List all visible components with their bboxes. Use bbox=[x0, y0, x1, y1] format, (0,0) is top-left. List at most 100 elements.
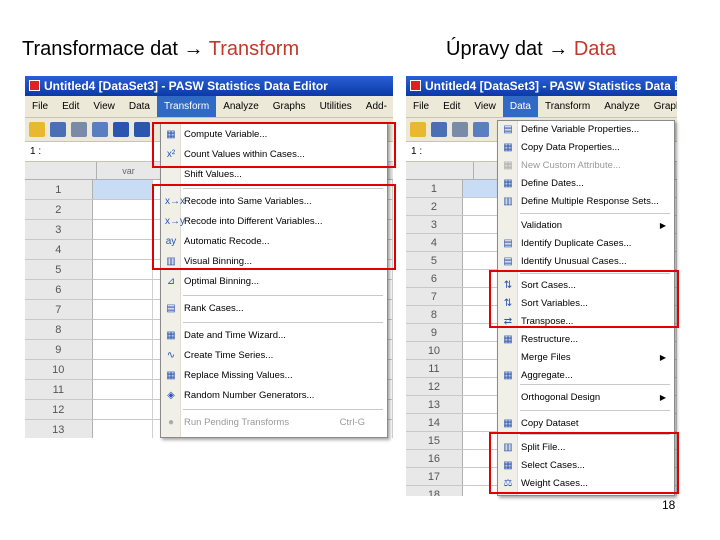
open-icon[interactable] bbox=[29, 122, 45, 137]
row-number[interactable]: 10 bbox=[406, 342, 463, 359]
data-cell[interactable] bbox=[93, 220, 153, 239]
menu-item-identify-unusual-cases[interactable]: ▤ Identify Unusual Cases... bbox=[498, 253, 674, 271]
row-number[interactable]: 6 bbox=[25, 280, 93, 299]
data-cell[interactable] bbox=[93, 320, 153, 339]
menu-item-label: Identify Unusual Cases... bbox=[521, 256, 627, 267]
data-cell[interactable] bbox=[93, 280, 153, 299]
menu-utilities[interactable]: Utilities bbox=[313, 96, 359, 117]
menu-edit[interactable]: Edit bbox=[436, 96, 467, 117]
menu-data[interactable]: Data bbox=[122, 96, 157, 117]
row-number[interactable]: 17 bbox=[406, 468, 463, 485]
menu-view[interactable]: View bbox=[467, 96, 503, 117]
menu-item-new-custom-attribute[interactable]: ▦ New Custom Attribute... bbox=[498, 157, 674, 175]
row-number[interactable]: 9 bbox=[406, 324, 463, 341]
data-cell[interactable] bbox=[93, 300, 153, 319]
row-number[interactable]: 8 bbox=[25, 320, 93, 339]
row-number[interactable]: 5 bbox=[406, 252, 463, 269]
run-icon: ● bbox=[167, 417, 175, 428]
menu-item-aggregate[interactable]: ▦ Aggregate... bbox=[498, 367, 674, 385]
open-icon[interactable] bbox=[410, 122, 426, 137]
menu-item-define-multiple-response-sets[interactable]: ▥ Define Multiple Response Sets... bbox=[498, 193, 674, 211]
define-props-icon: ▤ bbox=[503, 124, 513, 135]
row-number[interactable]: 5 bbox=[25, 260, 93, 279]
menu-item-copy-dataset[interactable]: ▦ Copy Dataset bbox=[498, 415, 674, 433]
menu-item-define-dates[interactable]: ▦ Define Dates... bbox=[498, 175, 674, 193]
menu-transform[interactable]: Transform bbox=[156, 96, 217, 117]
menu-file[interactable]: File bbox=[25, 96, 55, 117]
dialog-recall-icon[interactable] bbox=[473, 122, 489, 137]
row-number[interactable]: 18 bbox=[406, 486, 463, 496]
data-cell[interactable] bbox=[93, 400, 153, 419]
undo-icon[interactable] bbox=[113, 122, 129, 137]
print-icon[interactable] bbox=[71, 122, 87, 137]
row-number[interactable]: 6 bbox=[406, 270, 463, 287]
dialog-recall-icon[interactable] bbox=[92, 122, 108, 137]
row-number[interactable]: 7 bbox=[25, 300, 93, 319]
row-number[interactable]: 12 bbox=[25, 400, 93, 419]
save-icon[interactable] bbox=[431, 122, 447, 137]
menu-edit[interactable]: Edit bbox=[55, 96, 86, 117]
menu-item-define-variable-properties[interactable]: ▤ Define Variable Properties... bbox=[498, 121, 674, 139]
menu-item-shift-values[interactable]: Shift Values... bbox=[161, 166, 387, 184]
submenu-arrow-icon: ▶ bbox=[659, 353, 666, 362]
row-number[interactable]: 14 bbox=[406, 414, 463, 431]
data-cell[interactable] bbox=[93, 360, 153, 379]
row-number[interactable]: 12 bbox=[406, 378, 463, 395]
row-number[interactable]: 4 bbox=[406, 234, 463, 251]
menu-item-replace-missing-values[interactable]: ▦ Replace Missing Values... bbox=[161, 367, 387, 385]
row-number[interactable]: 1 bbox=[406, 180, 463, 197]
row-number[interactable]: 10 bbox=[25, 360, 93, 379]
menu-item-create-time-series[interactable]: ∿ Create Time Series... bbox=[161, 347, 387, 365]
window-title-bar[interactable]: Untitled4 [DataSet3] - PASW Statistics D… bbox=[25, 76, 393, 96]
print-icon[interactable] bbox=[452, 122, 468, 137]
row-number[interactable]: 2 bbox=[25, 200, 93, 219]
row-number[interactable]: 1 bbox=[25, 180, 93, 199]
window-title-bar[interactable]: Untitled4 [DataSet3] - PASW Statistics D… bbox=[406, 76, 677, 96]
data-cell[interactable] bbox=[92, 180, 153, 199]
save-icon[interactable] bbox=[50, 122, 66, 137]
row-number[interactable]: 2 bbox=[406, 198, 463, 215]
menu-view[interactable]: View bbox=[86, 96, 122, 117]
menu-analyze[interactable]: Analyze bbox=[597, 96, 647, 117]
menu-bar: File Edit View Data Transform Analyze Graphs Ut… bbox=[25, 96, 393, 118]
menu-analyze[interactable]: Analyze bbox=[216, 96, 266, 117]
row-number[interactable]: 4 bbox=[25, 240, 93, 259]
row-number[interactable]: 11 bbox=[25, 380, 93, 399]
row-number[interactable]: 13 bbox=[406, 396, 463, 413]
row-number[interactable]: 13 bbox=[25, 420, 93, 438]
menu-item-identify-duplicate-cases[interactable]: ▤ Identify Duplicate Cases... bbox=[498, 235, 674, 253]
row-number[interactable]: 3 bbox=[406, 216, 463, 233]
menu-item-run-pending-transforms[interactable]: ● Run Pending Transforms Ctrl-G bbox=[161, 414, 387, 432]
redo-icon[interactable] bbox=[134, 122, 150, 137]
row-number[interactable]: 7 bbox=[406, 288, 463, 305]
menu-graphs[interactable]: Graphs bbox=[266, 96, 313, 117]
row-number[interactable]: 8 bbox=[406, 306, 463, 323]
menu-file[interactable]: File bbox=[406, 96, 436, 117]
row-number[interactable]: 15 bbox=[406, 432, 463, 449]
row-number[interactable]: 11 bbox=[406, 360, 463, 377]
menu-item-merge-files[interactable]: Merge Files ▶ bbox=[498, 349, 674, 367]
menu-add[interactable]: Add- bbox=[359, 96, 393, 117]
restructure-icon: ▦ bbox=[503, 334, 513, 345]
data-cell[interactable] bbox=[93, 340, 153, 359]
menu-item-random-number-generators[interactable]: ◈ Random Number Generators... bbox=[161, 387, 387, 405]
row-number[interactable]: 3 bbox=[25, 220, 93, 239]
menu-item-orthogonal-design[interactable]: Orthogonal Design ▶ bbox=[498, 389, 674, 407]
data-cell[interactable] bbox=[93, 200, 153, 219]
menu-item-date-and-time-wizard[interactable]: ▦ Date and Time Wizard... bbox=[161, 327, 387, 345]
menu-graphs[interactable]: Graphs bbox=[647, 96, 677, 117]
row-number[interactable]: 16 bbox=[406, 450, 463, 467]
menu-transform[interactable]: Transform bbox=[538, 96, 597, 117]
menu-item-optimal-binning[interactable]: ⊿ Optimal Binning... bbox=[161, 273, 387, 291]
data-cell[interactable] bbox=[93, 380, 153, 399]
data-cell[interactable] bbox=[93, 420, 153, 438]
row-number[interactable]: 9 bbox=[25, 340, 93, 359]
menu-data[interactable]: Data bbox=[502, 96, 538, 117]
menu-item-validation[interactable]: Validation ▶ bbox=[498, 217, 674, 235]
data-cell[interactable] bbox=[93, 240, 153, 259]
copy-dataset-icon: ▦ bbox=[503, 418, 513, 429]
data-cell[interactable] bbox=[93, 260, 153, 279]
menu-item-copy-data-properties[interactable]: ▦ Copy Data Properties... bbox=[498, 139, 674, 157]
menu-item-rank-cases[interactable]: ▤ Rank Cases... bbox=[161, 300, 387, 318]
menu-item-restructure[interactable]: ▦ Restructure... bbox=[498, 331, 674, 349]
